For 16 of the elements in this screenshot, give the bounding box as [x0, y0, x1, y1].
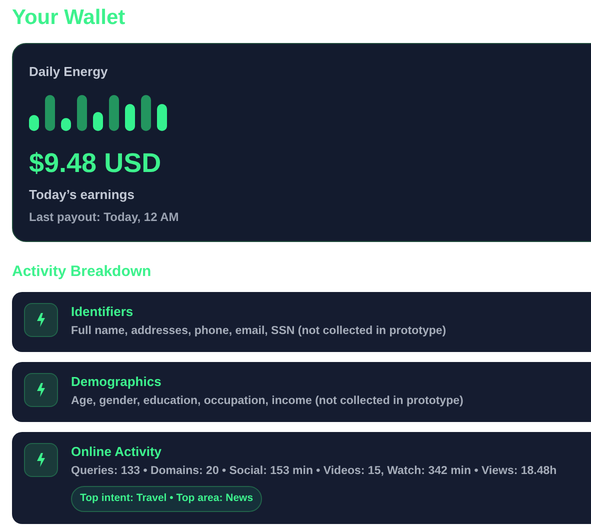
card-label: Daily Energy [29, 63, 108, 81]
category-title: Online Activity [71, 443, 162, 461]
page-title: Your Wallet [12, 5, 126, 31]
earnings-caption: Today’s earnings [29, 186, 134, 204]
section-title: Activity Breakdown [12, 262, 152, 282]
last-payout-text: Last payout: Today, 12 AM [29, 209, 179, 226]
category-title: Identifiers [71, 302, 134, 320]
category-description: Full name, addresses, phone, email, SSN (not collected in prototype) [71, 324, 446, 338]
earnings-amount: $9.48 USD [29, 146, 162, 178]
bolt-icon [24, 443, 58, 477]
category-description: Age, gender, education, occupation, income (not collected in prototype) [71, 394, 464, 409]
bolt-icon [24, 372, 58, 407]
category-description: Queries: 133 • Domains: 20 • Social: 153 min • Videos: 15, Watch: 342 min • Views: 18.48h [71, 464, 557, 479]
bolt-icon [24, 302, 58, 336]
category-title: Demographics [71, 372, 162, 391]
tag: Top intent: Travel • Top area: News [71, 486, 262, 512]
